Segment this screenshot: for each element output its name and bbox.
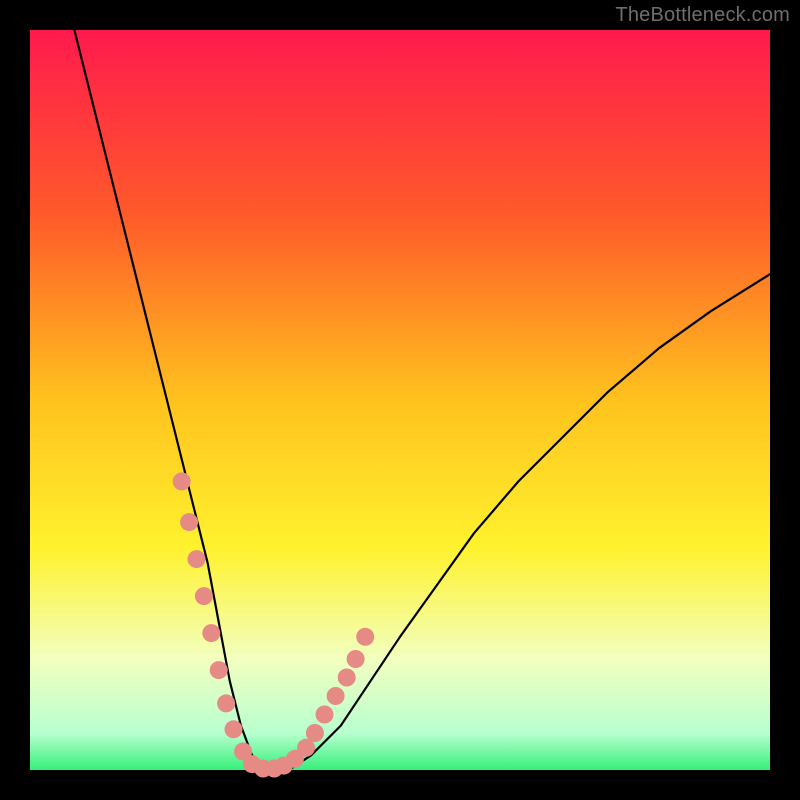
highlight-dot [225, 720, 243, 738]
highlight-dot [327, 687, 345, 705]
highlight-dot [217, 694, 235, 712]
highlight-dot [347, 650, 365, 668]
highlight-dot [316, 706, 334, 724]
highlight-dot [188, 550, 206, 568]
highlight-dot [173, 472, 191, 490]
plot-area [30, 30, 770, 770]
highlight-dot [306, 724, 324, 742]
chart-frame: TheBottleneck.com [0, 0, 800, 800]
highlight-dot [356, 628, 374, 646]
highlight-dot [338, 669, 356, 687]
highlight-dot [202, 624, 220, 642]
highlight-dot [195, 587, 213, 605]
chart-svg [0, 0, 800, 800]
watermark-text: TheBottleneck.com [615, 4, 790, 27]
highlight-dot [210, 661, 228, 679]
highlight-dot [180, 513, 198, 531]
